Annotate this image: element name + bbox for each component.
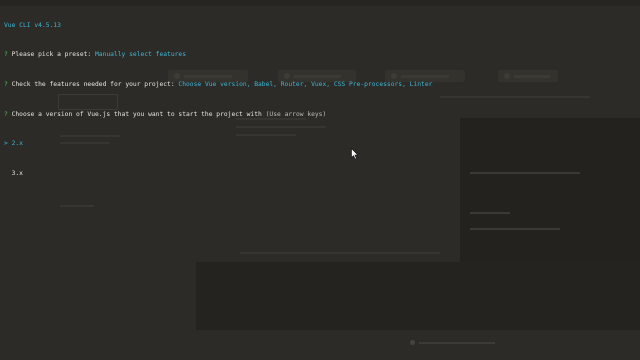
prompt-question: Check the features needed for your proje… (11, 81, 175, 89)
prompt-marker: ? (4, 51, 8, 59)
title-band (0, 0, 640, 6)
prompt-question: Please pick a preset: (11, 51, 92, 59)
background-text-line (240, 252, 440, 254)
prompt-line-vue-version: ? Choose a version of Vue.js that you wa… (4, 111, 636, 118)
prompt-line-preset: ? Please pick a preset: Manually select … (4, 51, 636, 58)
prompt-hint: (Use arrow keys) (265, 110, 327, 118)
prompt-answer: Choose Vue version, Babel, Router, Vuex,… (178, 81, 433, 89)
prompt-line-features: ? Check the features needed for your pro… (4, 81, 636, 88)
terminal-header-line: Vue CLI v4.5.13 (4, 22, 636, 29)
prompt-marker: ? (4, 110, 8, 118)
background-text-line (470, 212, 510, 214)
background-text-line (60, 205, 94, 207)
background-footer (410, 340, 500, 346)
background-bottom-panel (196, 262, 640, 330)
prompt-marker: ? (4, 81, 8, 89)
selection-pointer-icon: > (4, 140, 8, 148)
option-3x[interactable]: 3.x (4, 170, 636, 177)
cli-version: Vue CLI v4.5.13 (4, 21, 61, 29)
option-label: 2.x (11, 140, 23, 148)
selection-pointer-empty (4, 170, 8, 177)
terminal[interactable]: Vue CLI v4.5.13 ? Please pick a preset: … (4, 7, 636, 192)
prompt-answer: Manually select features (95, 51, 187, 59)
background-text-line (470, 228, 560, 230)
prompt-question: Choose a version of Vue.js that you want… (11, 110, 262, 118)
option-label: 3.x (11, 169, 23, 177)
option-2x[interactable]: > 2.x (4, 140, 636, 147)
mouse-pointer-icon (351, 148, 359, 160)
screen: Vue CLI v4.5.13 ? Please pick a preset: … (0, 0, 640, 360)
